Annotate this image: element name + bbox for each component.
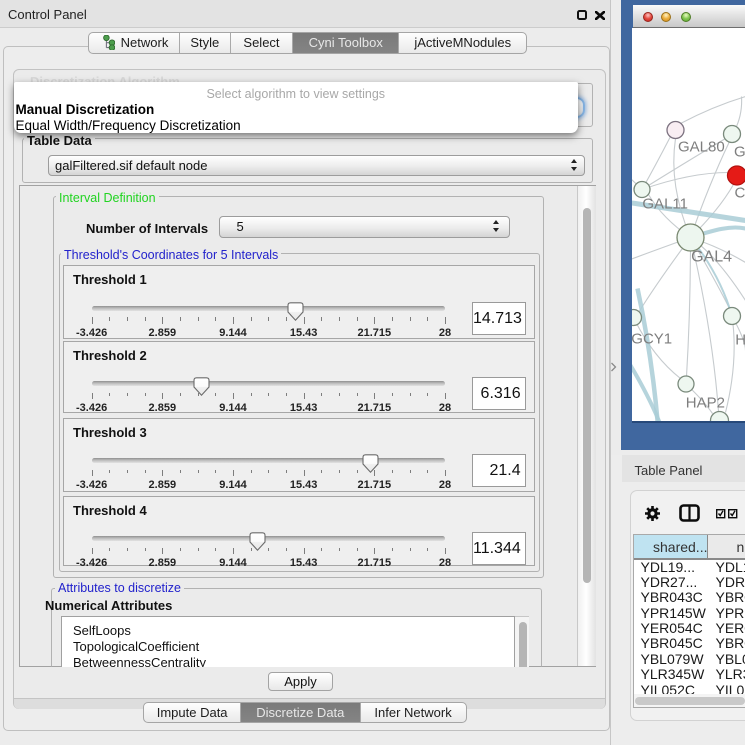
svg-text:HAP2: HAP2 bbox=[685, 394, 724, 411]
svg-text:GAL80: GAL80 bbox=[678, 138, 725, 155]
svg-text:GA: GA bbox=[734, 143, 745, 160]
svg-text:GCY1: GCY1 bbox=[632, 330, 672, 347]
svg-text:GAL4: GAL4 bbox=[691, 248, 732, 265]
svg-text:H: H bbox=[735, 331, 745, 348]
svg-text:C: C bbox=[734, 184, 745, 201]
svg-text:GAL11: GAL11 bbox=[642, 195, 688, 212]
